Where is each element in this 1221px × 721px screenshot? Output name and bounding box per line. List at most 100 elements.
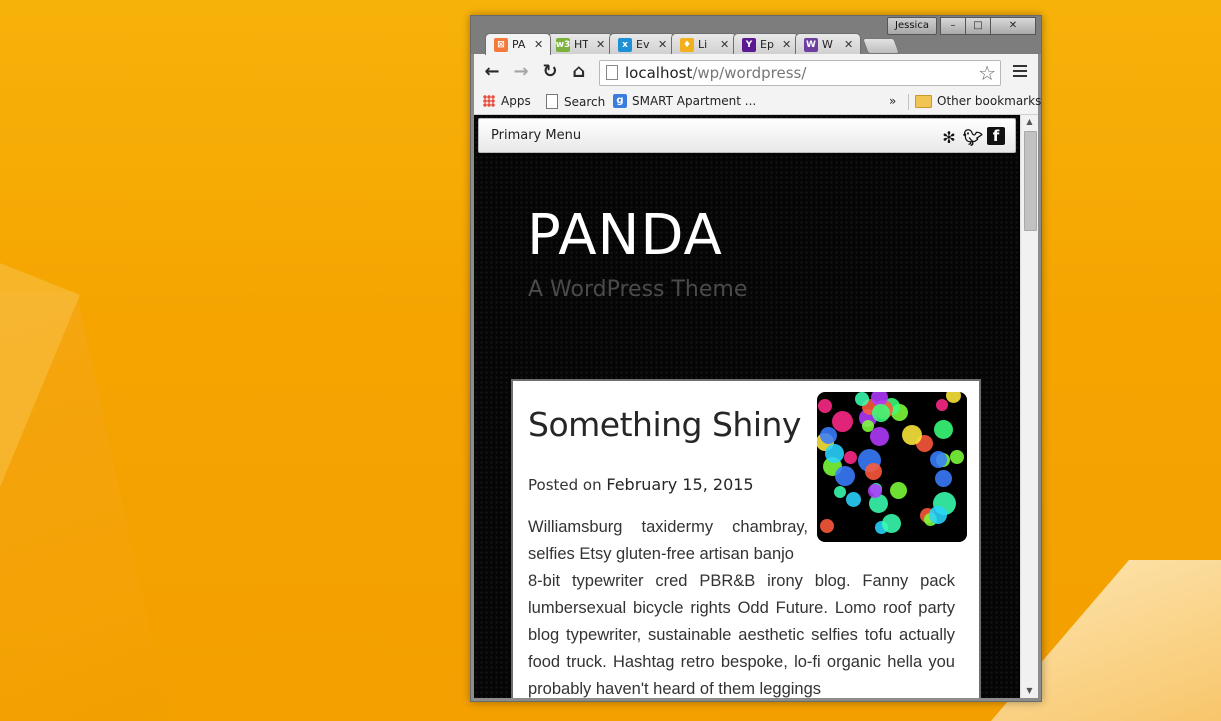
bookmark-label: Apps (501, 94, 531, 108)
tab-favicon-icon: w3 (555, 37, 571, 52)
minimize-button[interactable]: – (940, 17, 966, 35)
page-viewport: Primary Menu ✻ 🐦︎ f PANDA A WordPress Th… (474, 115, 1020, 698)
apps-grid-icon (483, 95, 495, 107)
url-host: localhost (625, 64, 693, 82)
chrome-menu-icon[interactable] (1013, 65, 1027, 77)
tab-strip: ⊠ PA ✕ w3 HT ✕ x Ev ✕ ♦ Li ✕ Y Ep ✕ W W ✕ (485, 33, 900, 55)
bookmark-divider (908, 94, 909, 110)
site-tagline: A WordPress Theme (528, 277, 748, 302)
home-icon[interactable]: ⌂ (567, 60, 591, 84)
tab-close-icon[interactable]: ✕ (782, 38, 791, 51)
bokeh-light (935, 470, 952, 487)
social-links: ✻ 🐦︎ f (939, 127, 1005, 147)
bookmark-star-icon[interactable]: ☆ (978, 61, 996, 85)
browser-window: Jessica – □ ✕ ⊠ PA ✕ w3 HT ✕ x Ev ✕ ♦ Li ✕ Y Ep ✕ W W ✕ ←… (470, 15, 1042, 702)
bookmark-apps[interactable]: Apps (483, 94, 531, 108)
post-meta: Posted on February 15, 2015 (528, 475, 754, 494)
bokeh-light (890, 482, 907, 499)
facebook-icon[interactable]: f (987, 127, 1005, 145)
bokeh-light (902, 425, 922, 445)
maximize-button[interactable]: □ (965, 17, 991, 35)
tab-close-icon[interactable]: ✕ (658, 38, 667, 51)
bokeh-light (855, 392, 869, 406)
page-icon (606, 65, 618, 80)
tab-favicon-icon: x (618, 37, 632, 52)
browser-tab[interactable]: Y Ep ✕ (733, 33, 799, 55)
tab-label: HT (574, 38, 588, 51)
tab-close-icon[interactable]: ✕ (720, 38, 729, 51)
bokeh-light (930, 451, 947, 468)
back-arrow-icon[interactable]: ← (480, 60, 504, 84)
bookmark-label: Search (564, 94, 606, 109)
other-bookmarks[interactable]: Other bookmarks (915, 94, 1041, 108)
post-body-text: 8-bit typewriter cred PBR&B irony blog. … (528, 572, 955, 698)
title-bar[interactable]: Jessica – □ ✕ ⊠ PA ✕ w3 HT ✕ x Ev ✕ ♦ Li ✕ Y Ep ✕ W W ✕ (471, 16, 1041, 55)
bookmarks-bar: Apps Search g SMART Apartment ... » Othe… (474, 90, 1041, 115)
post-date-link[interactable]: February 15, 2015 (606, 475, 753, 494)
forward-arrow-icon[interactable]: → (509, 60, 533, 84)
post-body-intro: Williamsburg taxidermy chambray, selfies… (528, 518, 808, 563)
yelp-icon[interactable]: ✻ (939, 127, 959, 147)
tab-close-icon[interactable]: ✕ (844, 38, 853, 51)
browser-tab[interactable]: x Ev ✕ (609, 33, 675, 55)
vertical-scrollbar[interactable]: ▲ ▼ (1020, 115, 1038, 698)
post-body: Williamsburg taxidermy chambray, selfies… (528, 514, 955, 698)
bokeh-light (818, 399, 832, 413)
address-bar[interactable]: localhost/wp/wordpress/ ☆ (599, 60, 1001, 86)
reload-icon[interactable]: ↻ (538, 60, 562, 84)
tab-close-icon[interactable]: ✕ (534, 38, 543, 51)
tab-favicon-icon: ♦ (680, 37, 694, 52)
url-text: localhost/wp/wordpress/ (625, 64, 806, 82)
browser-toolbar: ← → ↻ ⌂ localhost/wp/wordpress/ ☆ (474, 54, 1038, 94)
bookmark-label: Other bookmarks (937, 94, 1042, 108)
bookmark-smart-apartment[interactable]: g SMART Apartment ... (613, 94, 756, 108)
folder-icon (915, 94, 932, 108)
google-icon: g (613, 94, 627, 108)
bokeh-light (862, 420, 874, 432)
site-title[interactable]: PANDA (527, 203, 723, 268)
close-window-button[interactable]: ✕ (990, 17, 1036, 35)
bokeh-light (820, 427, 837, 444)
new-tab-button[interactable] (862, 38, 900, 54)
browser-tab[interactable]: w3 HT ✕ (547, 33, 613, 55)
window-controls: – □ ✕ (940, 17, 1036, 35)
tab-label: Ep (760, 38, 774, 51)
tab-label: Ev (636, 38, 650, 51)
tab-close-icon[interactable]: ✕ (596, 38, 605, 51)
tab-label: W (822, 38, 833, 51)
bookmark-search[interactable]: Search (546, 94, 605, 109)
bookmark-label: SMART Apartment ... (632, 94, 757, 108)
bokeh-light (834, 486, 846, 498)
browser-tab[interactable]: ♦ Li ✕ (671, 33, 737, 55)
bokeh-light (946, 392, 961, 403)
page-icon (546, 94, 558, 109)
scroll-up-arrow-icon[interactable]: ▲ (1021, 115, 1038, 129)
tab-label: PA (512, 38, 526, 51)
tab-favicon-icon: W (804, 37, 818, 52)
bookmarks-overflow-button[interactable]: » (889, 94, 896, 108)
bokeh-light (865, 463, 882, 480)
bokeh-light (872, 404, 890, 422)
bokeh-light (934, 420, 953, 439)
tab-favicon-icon: ⊠ (494, 37, 508, 52)
browser-tab[interactable]: W W ✕ (795, 33, 861, 55)
bokeh-light (950, 450, 964, 464)
bokeh-light (936, 399, 948, 411)
desktop-wallpaper-shape (0, 255, 80, 535)
post-title[interactable]: Something Shiny (528, 405, 801, 444)
scroll-down-arrow-icon[interactable]: ▼ (1021, 684, 1038, 698)
bokeh-light (835, 466, 855, 486)
twitter-icon[interactable]: 🐦︎ (963, 127, 983, 147)
post-card: Something Shiny Posted on February 15, 2… (511, 379, 981, 698)
browser-tab[interactable]: ⊠ PA ✕ (485, 33, 551, 55)
primary-menu-bar[interactable]: Primary Menu ✻ 🐦︎ f (478, 118, 1016, 153)
bokeh-light (832, 411, 853, 432)
bokeh-light (868, 484, 882, 498)
post-meta-prefix: Posted on (528, 476, 602, 494)
bokeh-light (870, 427, 889, 446)
primary-menu-label[interactable]: Primary Menu (491, 128, 581, 143)
tab-favicon-icon: Y (742, 37, 756, 52)
bokeh-light (844, 451, 857, 464)
bokeh-light (846, 492, 861, 507)
scrollbar-thumb[interactable] (1024, 131, 1037, 231)
